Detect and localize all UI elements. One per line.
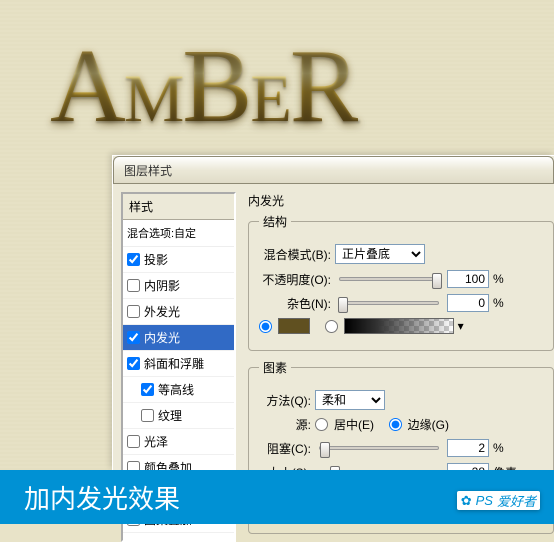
source-label: 源: [259, 416, 311, 433]
dialog-titlebar[interactable]: 图层样式 [113, 156, 554, 184]
gradient-preview[interactable] [344, 318, 454, 334]
noise-label: 杂色(N): [259, 295, 331, 312]
blend-mode-label: 混合模式(B): [259, 246, 331, 263]
source-center-label: 居中(E) [334, 416, 374, 433]
layer-style-dialog: 图层样式 样式 混合选项:自定 投影 内阴影 外发光 内发光 斜面和浮雕 等高线… [112, 155, 554, 470]
style-bevel-emboss[interactable]: 斜面和浮雕 [123, 351, 234, 377]
checkbox-inner-shadow[interactable] [127, 279, 140, 292]
style-outer-glow[interactable]: 外发光 [123, 299, 234, 325]
watermark-logo: PS爱好者 [457, 491, 540, 510]
blend-mode-select[interactable]: 正片叠底 [335, 244, 425, 264]
source-edge-label: 边缘(G) [408, 416, 449, 433]
styles-header: 样式 [123, 194, 234, 220]
glow-color-swatch[interactable] [278, 318, 310, 334]
dialog-title: 图层样式 [124, 162, 172, 179]
style-inner-glow[interactable]: 内发光 [123, 325, 234, 351]
color-radio-solid[interactable] [259, 320, 272, 333]
choke-label: 阻塞(C): [259, 440, 311, 457]
opacity-slider[interactable] [339, 277, 439, 281]
choke-unit: % [493, 441, 504, 455]
opacity-label: 不透明度(O): [259, 271, 331, 288]
style-drop-shadow[interactable]: 投影 [123, 247, 234, 273]
amber-title-text: AMBER [50, 25, 358, 146]
checkbox-texture[interactable] [141, 409, 154, 422]
structure-fieldset: 结构 混合模式(B): 正片叠底 不透明度(O): % 杂色(N): % [248, 213, 554, 351]
technique-select[interactable]: 柔和 [315, 390, 385, 410]
checkbox-outer-glow[interactable] [127, 305, 140, 318]
caption-text: 加内发光效果 [24, 479, 180, 516]
style-texture[interactable]: 纹理 [123, 403, 234, 429]
style-satin[interactable]: 光泽 [123, 429, 234, 455]
gradient-dropdown-icon[interactable]: ▾ [458, 319, 464, 333]
choke-slider[interactable] [319, 446, 439, 450]
color-radio-gradient[interactable] [325, 320, 338, 333]
style-contour[interactable]: 等高线 [123, 377, 234, 403]
style-inner-shadow[interactable]: 内阴影 [123, 273, 234, 299]
choke-input[interactable] [447, 439, 489, 457]
opacity-input[interactable] [447, 270, 489, 288]
checkbox-contour[interactable] [141, 383, 154, 396]
source-center-radio[interactable] [315, 418, 328, 431]
blend-options-row[interactable]: 混合选项:自定 [123, 220, 234, 247]
checkbox-bevel[interactable] [127, 357, 140, 370]
noise-unit: % [493, 296, 504, 310]
panel-title: 内发光 [248, 192, 554, 209]
structure-legend: 结构 [259, 213, 291, 230]
elements-legend: 图素 [259, 359, 291, 376]
noise-input[interactable] [447, 294, 489, 312]
source-edge-radio[interactable] [389, 418, 402, 431]
checkbox-satin[interactable] [127, 435, 140, 448]
checkbox-drop-shadow[interactable] [127, 253, 140, 266]
checkbox-inner-glow[interactable] [127, 331, 140, 344]
opacity-unit: % [493, 272, 504, 286]
technique-label: 方法(Q): [259, 392, 311, 409]
caption-bar: 加内发光效果 PS爱好者 [0, 470, 554, 524]
noise-slider[interactable] [339, 301, 439, 305]
